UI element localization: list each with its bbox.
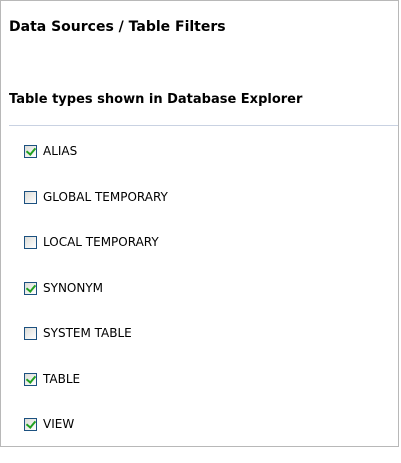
checkbox-label: SYSTEM TABLE xyxy=(43,326,132,340)
table-type-local-temporary[interactable]: LOCAL TEMPORARY xyxy=(24,235,168,250)
checkbox[interactable] xyxy=(24,418,37,431)
checkbox[interactable] xyxy=(24,327,37,340)
table-type-synonym[interactable]: SYNONYM xyxy=(24,281,168,296)
checkbox[interactable] xyxy=(24,372,37,386)
checkbox-label: SYNONYM xyxy=(43,280,104,295)
checkbox[interactable] xyxy=(24,190,37,204)
table-type-table[interactable]: TABLE xyxy=(24,372,168,387)
checkbox[interactable] xyxy=(24,145,37,158)
section-title: Table types shown in Database Explorer xyxy=(9,92,303,107)
checkbox-label: VIEW xyxy=(43,417,75,431)
table-type-view[interactable]: VIEW xyxy=(24,417,168,432)
checkbox-label: ALIAS xyxy=(43,144,78,158)
preferences-panel: Data Sources / Table Filters Table types… xyxy=(0,0,399,447)
checkbox[interactable] xyxy=(24,281,37,295)
section-divider xyxy=(9,125,398,126)
table-type-system-table[interactable]: SYSTEM TABLE xyxy=(24,326,168,341)
page-title: Data Sources / Table Filters xyxy=(9,19,226,35)
checkbox-label: LOCAL TEMPORARY xyxy=(43,235,159,249)
table-type-list: ALIAS GLOBAL TEMPORARY LOCAL TEMPORARY S… xyxy=(24,144,168,463)
table-type-alias[interactable]: ALIAS xyxy=(24,144,168,159)
table-type-global-temporary[interactable]: GLOBAL TEMPORARY xyxy=(24,190,168,205)
checkbox-label: TABLE xyxy=(43,371,81,386)
checkbox-label: GLOBAL TEMPORARY xyxy=(43,189,168,204)
checkbox[interactable] xyxy=(24,236,37,249)
